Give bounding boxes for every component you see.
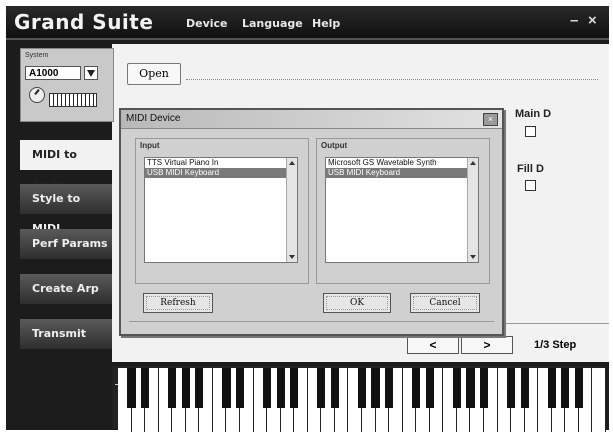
midi-device-dialog: MIDI Device × Input TTS Virtual Piano In… [119,108,504,336]
piano-black-key[interactable] [317,368,326,408]
menu-language[interactable]: Language [242,17,303,30]
menu-help[interactable]: Help [312,17,340,30]
file-path-line [186,79,598,80]
main-d-label: Main D [515,108,552,120]
output-group-label: Output [321,141,348,150]
sidebar-item-style-to-midi[interactable]: Style to MIDI [20,184,112,235]
piano-keyboard[interactable] [118,366,606,434]
piano-black-key[interactable] [574,368,583,408]
title-bar: Grand Suite Device Language Help – × [6,6,609,38]
piano-black-key[interactable] [141,368,150,408]
input-group: Input TTS Virtual Piano In USB MIDI Keyb… [135,138,309,284]
output-listbox[interactable]: Microsoft GS Wavetable Synth USB MIDI Ke… [325,157,479,263]
input-listbox[interactable]: TTS Virtual Piano In USB MIDI Keyboard [144,157,298,263]
piano-black-key[interactable] [425,368,434,408]
output-scrollbar[interactable] [467,158,478,262]
knob-icon[interactable] [29,87,45,103]
fill-d-label: Fill D [517,163,544,175]
fill-d-checkbox[interactable] [525,180,536,191]
next-step-button[interactable]: > [461,336,513,354]
refresh-button[interactable]: Refresh [143,293,213,313]
scroll-down-icon[interactable] [289,255,295,259]
piano-black-key[interactable] [222,368,231,408]
list-item[interactable]: USB MIDI Keyboard [326,168,478,178]
input-scrollbar[interactable] [286,158,297,262]
piano-black-key[interactable] [263,368,272,408]
output-group: Output Microsoft GS Wavetable Synth USB … [316,138,490,284]
step-indicator: 1/3 Step [534,339,577,351]
piano-black-key[interactable] [452,368,461,408]
scroll-up-icon[interactable] [470,161,476,165]
piano-black-key[interactable] [479,368,489,408]
piano-black-key[interactable] [507,368,516,408]
piano-black-key[interactable] [520,368,529,408]
system-label: System [25,52,49,59]
piano-black-key[interactable] [168,368,177,408]
sidebar-item-midi-to-style[interactable]: MIDI to Style [20,140,112,191]
open-button[interactable]: Open [127,63,181,85]
sidebar-item-perf-params[interactable]: Perf Params [20,229,112,259]
cancel-button[interactable]: Cancel [410,293,480,313]
piano-black-key[interactable] [357,368,367,408]
piano-black-key[interactable] [371,368,380,408]
ok-button[interactable]: OK [323,293,391,313]
piano-black-key[interactable] [181,368,190,408]
app-title: Grand Suite [14,10,154,34]
dialog-title: MIDI Device [126,113,181,124]
list-item[interactable]: USB MIDI Keyboard [145,168,297,178]
list-item[interactable]: TTS Virtual Piano In [145,158,297,168]
keyboard-icon [49,93,97,107]
menu-device[interactable]: Device [186,17,228,30]
dialog-title-bar[interactable]: MIDI Device × [121,110,502,129]
scroll-down-icon[interactable] [470,255,476,259]
minimize-button[interactable]: – [570,12,578,29]
scroll-up-icon[interactable] [289,161,295,165]
piano-black-key[interactable] [127,368,136,408]
input-group-label: Input [140,141,160,150]
piano-white-key[interactable] [592,368,606,432]
chevron-down-icon[interactable] [84,66,98,80]
title-accent-line [6,38,609,40]
piano-black-key[interactable] [561,368,570,408]
piano-black-key[interactable] [195,368,204,408]
system-select[interactable]: A1000 [25,66,81,80]
piano-black-key[interactable] [385,368,394,408]
piano-black-key[interactable] [290,368,299,408]
list-item[interactable]: Microsoft GS Wavetable Synth [326,158,478,168]
piano-black-key[interactable] [547,368,556,408]
prev-step-button[interactable]: < [407,336,459,354]
piano-black-key[interactable] [235,368,245,408]
main-d-checkbox[interactable] [525,126,536,137]
piano-black-key[interactable] [276,368,285,408]
piano-black-key[interactable] [412,368,421,408]
sidebar-item-create-arp[interactable]: Create Arp [20,274,112,304]
sidebar-item-transmit[interactable]: Transmit [20,319,112,349]
dialog-close-button[interactable]: × [483,113,498,126]
piano-black-key[interactable] [466,368,475,408]
system-panel: System A1000 [20,48,114,122]
dialog-bottom-divider [129,321,494,322]
close-button[interactable]: × [588,12,597,29]
piano-black-key[interactable] [330,368,339,408]
